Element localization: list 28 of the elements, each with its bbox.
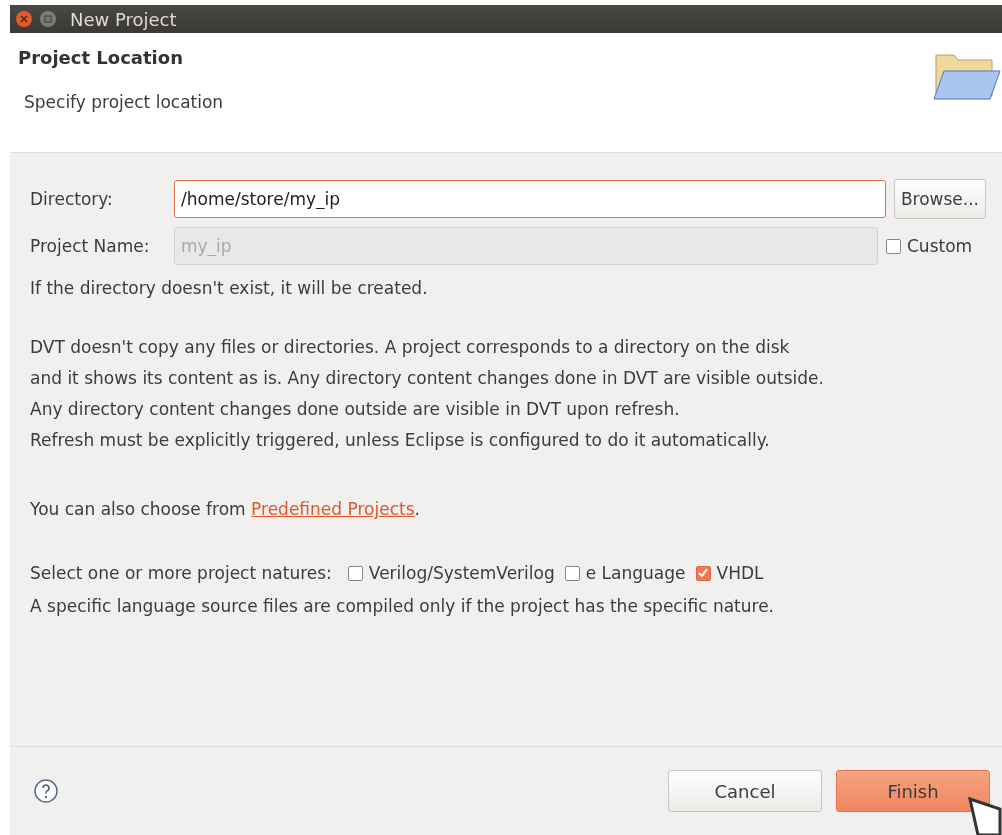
predefined-text: You can also choose from Predefined Projects. (30, 498, 421, 521)
maximize-icon[interactable] (40, 11, 56, 27)
page-subtitle: Specify project location (24, 92, 224, 112)
checkbox[interactable] (564, 565, 580, 581)
cancel-button[interactable]: Cancel (668, 770, 822, 812)
help-icon[interactable] (34, 779, 58, 803)
project-name-label: Project Name: (30, 236, 151, 256)
checkbox[interactable] (347, 565, 363, 581)
checkbox-label[interactable]: VHDL (716, 563, 764, 583)
close-icon[interactable] (16, 11, 32, 27)
checkmark-icon (698, 568, 708, 578)
description-text: DVT doesn't copy any files or directories. A project corresponds to a directory on the disk (30, 336, 791, 359)
directory-field[interactable]: /home/store/my_ip (174, 180, 886, 218)
browse-button[interactable]: Browse... (893, 179, 986, 219)
checkbox-label[interactable]: e Language (585, 563, 686, 583)
directory-label: Directory: (30, 189, 114, 209)
pointer-cursor-icon (966, 795, 1002, 835)
description-text: Any directory content changes done outside are visible in DVT upon refresh. (30, 398, 681, 421)
checkbox[interactable] (695, 565, 711, 581)
natures-label: Select one or more project natures: (30, 563, 332, 583)
note-text: If the directory doesn't exist, it will be created. (30, 277, 429, 300)
page-title: Project Location (18, 47, 184, 68)
natures-note: A specific language source files are compiled only if the project has the specific nature. (30, 595, 775, 618)
description-text: Refresh must be explicitly triggered, unless Eclipse is configured to do it automatically. (30, 429, 771, 452)
description-text: and it shows its content as is. Any directory content changes done in DVT are visible outside. (30, 367, 825, 390)
checkbox-label[interactable]: Verilog/SystemVerilog (368, 563, 555, 583)
window-title: New Project (70, 8, 177, 30)
finish-button[interactable]: Finish (836, 770, 990, 812)
